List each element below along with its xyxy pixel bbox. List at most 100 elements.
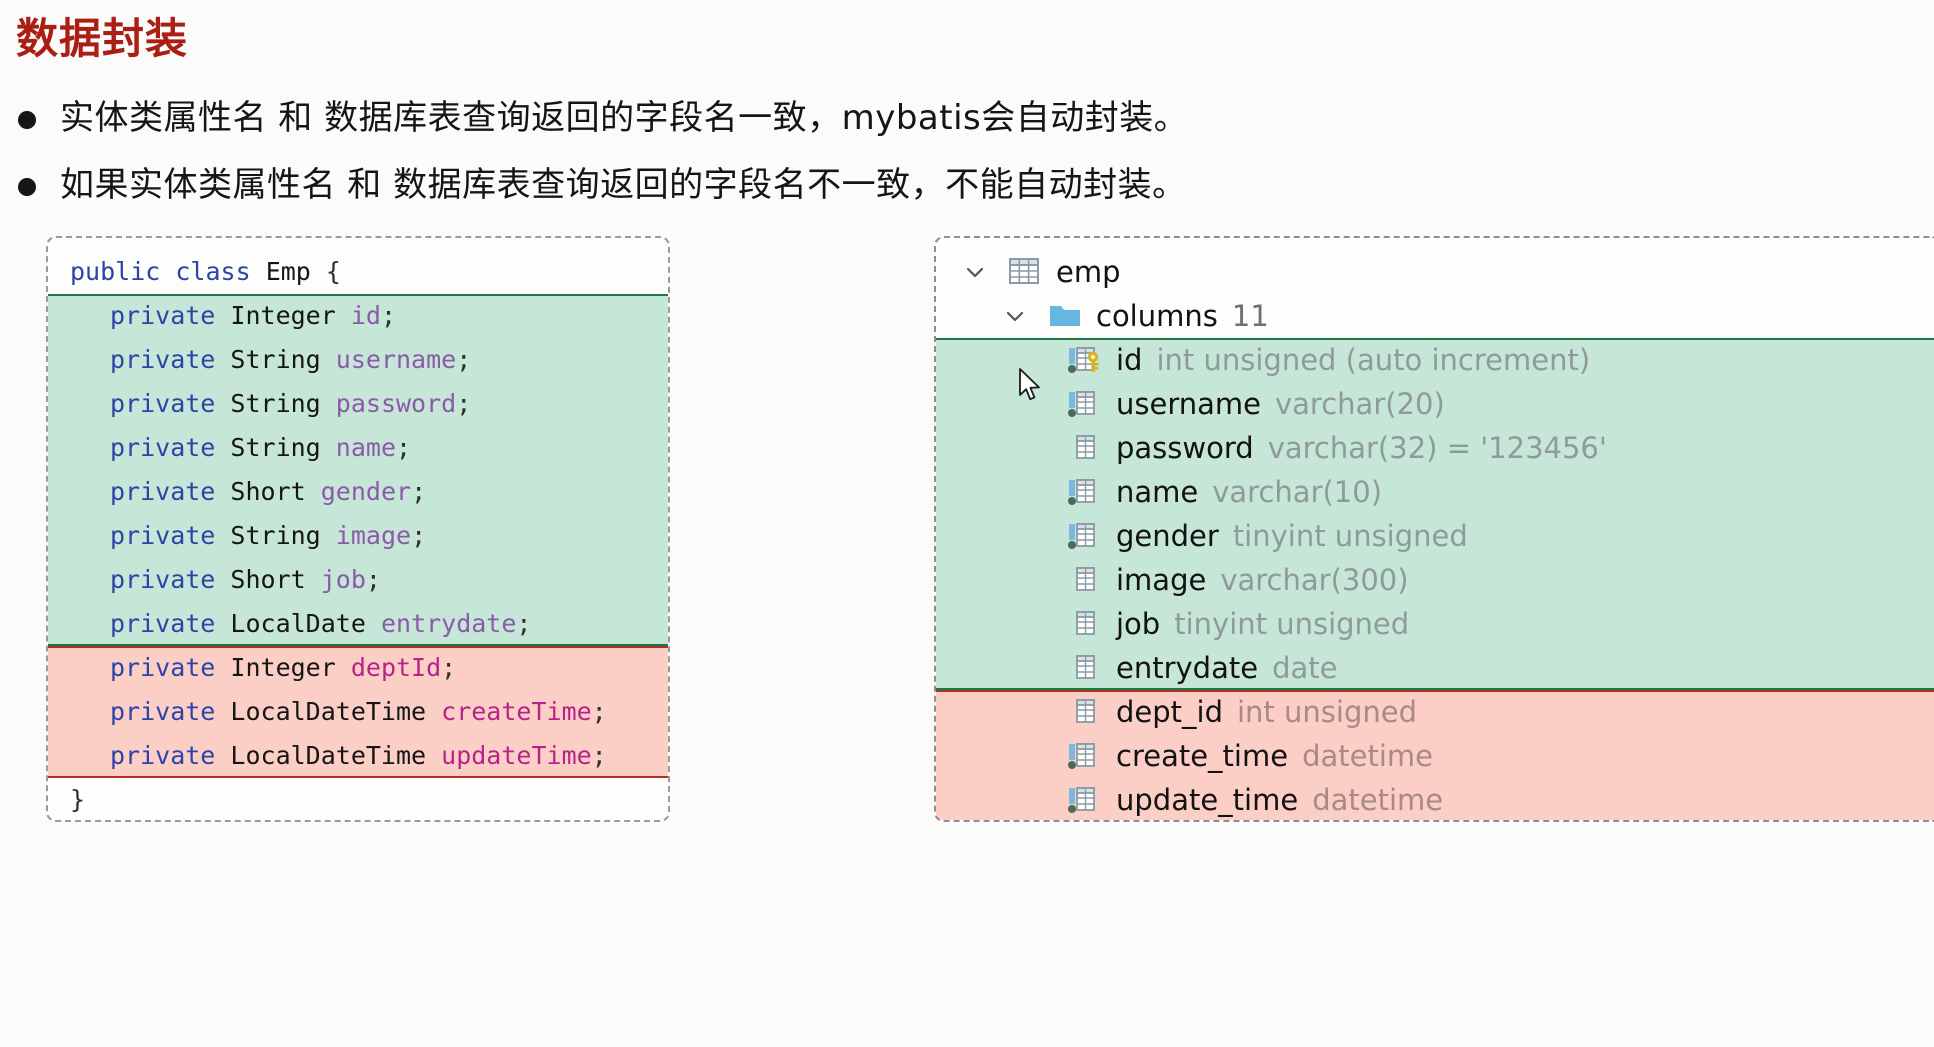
code-token: gender [320,477,412,506]
code-token: private [110,477,216,506]
tree-node-column[interactable]: job tinyint unsigned [936,602,1934,646]
code-line: private String name; [48,426,668,470]
column-index-icon [1068,521,1102,551]
tree-node-column[interactable]: id int unsigned (auto increment) [936,338,1934,382]
column-name: username [1116,387,1261,421]
column-icon [1068,653,1102,683]
column-icon [1068,565,1102,595]
code-token: String [230,433,321,462]
mouse-cursor [1018,368,1044,409]
column-type: datetime [1302,739,1433,773]
code-token: { [310,257,341,286]
bullet-item: 实体类属性名 和 数据库表查询返回的字段名一致，mybatis会自动封装。 [18,98,1468,139]
column-type: datetime [1312,783,1444,817]
code-token: String [230,345,321,374]
tree-node-column[interactable]: update_time datetime [936,778,1934,820]
column-name: dept_id [1116,695,1223,729]
code-token: ; [380,301,397,330]
code-token: name [335,433,397,462]
code-line: private Short gender; [48,470,668,514]
column-type: varchar(10) [1212,475,1383,509]
column-type: int unsigned [1237,695,1417,729]
column-icon [1068,697,1102,727]
tree-node-column[interactable]: create_time datetime [936,734,1934,778]
code-token: ; [411,521,427,550]
bullet-text: 实体类属性名 和 数据库表查询返回的字段名一致，mybatis会自动封装。 [60,98,1189,138]
code-token: Emp [265,257,311,286]
code-token: id [350,301,381,330]
code-token: Integer [230,301,336,330]
code-line: private Integer deptId; [48,646,668,690]
code-token: ; [441,653,457,682]
database-table-tree-panel: emp columns 11 id int unsigned (auto increme… [934,236,1934,822]
tree-node-column[interactable]: dept_id int unsigned [936,690,1934,734]
bullet-dot-icon [18,111,36,129]
code-token: ; [591,697,607,726]
column-name: create_time [1116,739,1289,773]
column-index-icon [1068,785,1102,815]
code-token: LocalDate [230,609,366,638]
tree-node-column[interactable]: username varchar(20) [936,382,1934,426]
tree-node-columns-folder[interactable]: columns 11 [936,294,1934,338]
code-token: class [175,257,251,286]
code-token: ; [365,565,381,594]
code-token: entrydate [380,609,517,638]
tree-rows: emp columns 11 id int unsigned (auto increme… [936,238,1934,820]
code-token: private [110,653,216,682]
code-lines: public class Emp {private Integer id; pri… [48,238,668,820]
entity-class-code-panel: public class Emp {private Integer id; pri… [46,236,670,822]
tree-node-column[interactable]: gender tinyint unsigned [936,514,1934,558]
code-token: private [110,345,216,374]
code-token: deptId [350,653,442,682]
tree-node-column[interactable]: image varchar(300) [936,558,1934,602]
column-index-icon [1068,389,1102,419]
column-type: varchar(300) [1220,563,1409,597]
column-type: tinyint unsigned [1232,519,1468,553]
column-key-icon [1068,345,1102,375]
code-line: private String image; [48,514,668,558]
tree-node-column[interactable]: password varchar(32) = '123456' [936,426,1934,470]
code-token: image [335,521,412,550]
tree-node-table[interactable]: emp [936,250,1934,294]
column-name: job [1116,607,1161,641]
code-token: Short [230,565,306,594]
column-index-icon [1068,741,1102,771]
chevron-down-icon[interactable] [958,255,992,289]
code-token: updateTime [441,741,592,770]
code-token: password [335,389,457,418]
column-index-icon [1068,477,1102,507]
code-token: ; [516,609,532,638]
tree-node-column[interactable]: name varchar(10) [936,470,1934,514]
chevron-down-icon[interactable] [998,299,1032,333]
page-title: 数据封装 [16,14,189,63]
bullet-text: 如果实体类属性名 和 数据库表查询返回的字段名不一致，不能自动封装。 [60,164,1187,205]
bullet-item: 如果实体类属性名 和 数据库表查询返回的字段名不一致，不能自动封装。 [18,165,1468,206]
column-icon [1068,433,1102,463]
code-token: LocalDateTime [230,741,427,770]
code-token: private [110,389,216,418]
code-line: private LocalDate entrydate; [48,602,668,646]
columns-folder-label: columns [1096,299,1218,333]
code-token: Integer [230,653,336,682]
bullet-dot-icon [18,177,36,196]
tree-node-column[interactable]: entrydate date [936,646,1934,690]
code-line: private Integer id; [48,294,668,338]
column-type: date [1272,651,1338,685]
folder-icon [1048,301,1082,331]
code-token: private [110,301,216,330]
